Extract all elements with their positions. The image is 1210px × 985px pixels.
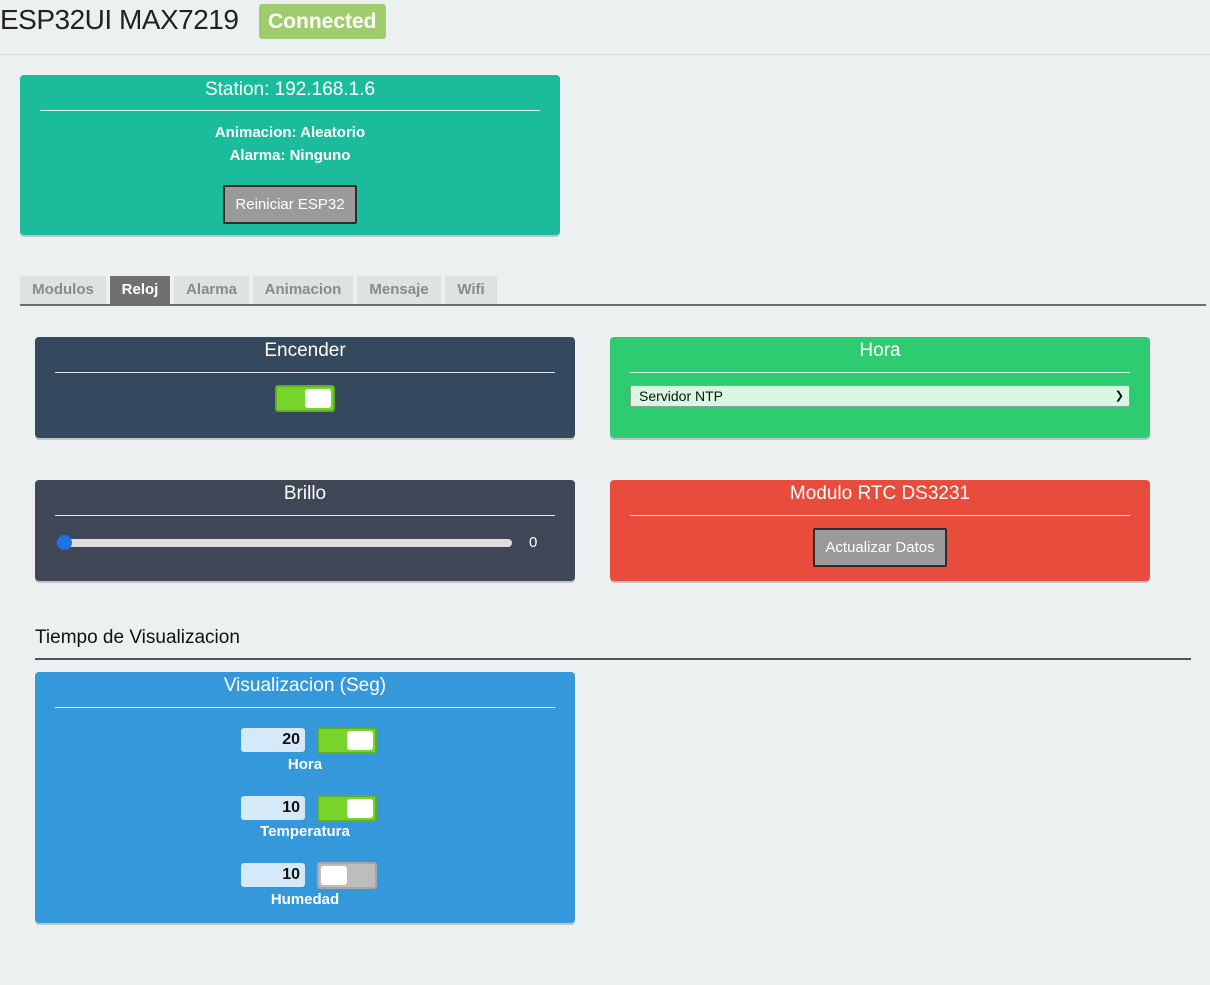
encender-toggle[interactable]: [275, 385, 335, 412]
brillo-title: Brillo: [283, 483, 327, 504]
toggle-knob: [305, 389, 331, 408]
tab-animacion[interactable]: Animacion: [253, 276, 353, 304]
divider: [630, 515, 1130, 516]
visualizacion-title: Visualizacion (Seg): [223, 675, 387, 696]
encender-card: Encender: [35, 337, 575, 438]
hora-seconds-input[interactable]: [241, 728, 305, 752]
visualizacion-card: Visualizacion (Seg) Hora Temperatura Hum…: [35, 672, 575, 923]
connection-status-badge: Connected: [259, 4, 386, 39]
restart-esp32-button[interactable]: Reiniciar ESP32: [223, 185, 357, 224]
humedad-label: Humedad: [270, 891, 340, 908]
rtc-card: Modulo RTC DS3231 Actualizar Datos: [610, 480, 1150, 581]
chevron-down-icon: ❯: [1114, 390, 1124, 402]
hora-card: Hora Servidor NTP ❯: [610, 337, 1150, 438]
divider: [630, 372, 1130, 373]
brillo-slider-track[interactable]: [57, 539, 512, 547]
hora-title: Hora: [859, 340, 901, 361]
toggle-knob: [347, 731, 373, 750]
tab-wifi[interactable]: Wifi: [445, 276, 497, 304]
humedad-display-toggle[interactable]: [317, 862, 377, 889]
humedad-seconds-input[interactable]: [241, 863, 305, 887]
section-divider: [35, 658, 1191, 660]
station-card: Station: 192.168.1.6 Animacion: Aleatori…: [20, 75, 560, 235]
tab-reloj[interactable]: Reloj: [110, 276, 170, 304]
alarma-status: Alarma: Ninguno: [229, 147, 351, 164]
toggle-knob: [347, 799, 373, 818]
tab-mensaje[interactable]: Mensaje: [357, 276, 441, 304]
station-title: Station: 192.168.1.6: [204, 79, 376, 100]
section-heading: Tiempo de Visualizacion: [35, 627, 240, 648]
toggle-knob: [321, 866, 347, 885]
temperatura-display-toggle[interactable]: [317, 795, 377, 822]
animacion-status: Animacion: Aleatorio: [214, 124, 366, 141]
tab-alarma[interactable]: Alarma: [174, 276, 249, 304]
encender-title: Encender: [264, 340, 346, 361]
brillo-value: 0: [529, 534, 538, 551]
divider: [40, 110, 540, 111]
hora-source-select[interactable]: Servidor NTP ❯: [630, 385, 1130, 407]
divider: [55, 515, 555, 516]
brillo-card: Brillo 0: [35, 480, 575, 581]
rtc-title: Modulo RTC DS3231: [789, 483, 971, 504]
divider: [55, 707, 555, 708]
hora-label: Hora: [287, 756, 323, 773]
update-data-button[interactable]: Actualizar Datos: [813, 528, 947, 567]
hora-display-toggle[interactable]: [317, 727, 377, 754]
divider: [55, 372, 555, 373]
tab-modulos[interactable]: Modulos: [20, 276, 106, 304]
brillo-slider-thumb[interactable]: [57, 535, 72, 550]
temperatura-seconds-input[interactable]: [241, 796, 305, 820]
header-bar: ESP32UI MAX7219 Connected: [0, 0, 1210, 55]
hora-source-value: Servidor NTP: [639, 388, 724, 404]
temperatura-label: Temperatura: [260, 823, 350, 840]
tab-divider: [20, 304, 1206, 306]
app-title: ESP32UI MAX7219: [0, 4, 239, 35]
